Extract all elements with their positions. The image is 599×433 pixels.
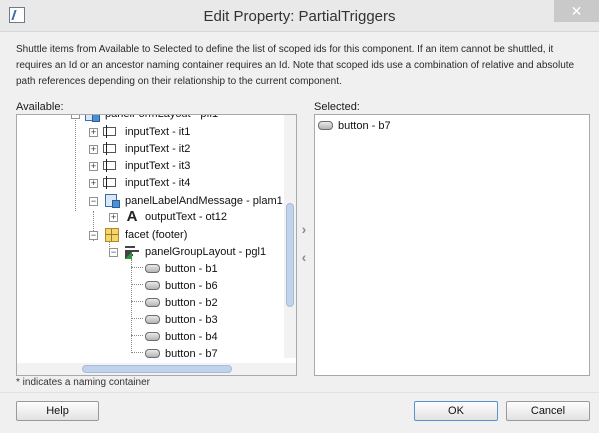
ok-button[interactable]: OK	[414, 401, 498, 421]
tree-guide	[131, 267, 143, 268]
expand-icon[interactable]: +	[89, 128, 98, 137]
collapse-icon[interactable]: −	[89, 231, 98, 240]
tree-item-label: panelLabelAndMessage - plam1	[125, 195, 283, 207]
vertical-scrollbar[interactable]	[284, 115, 296, 358]
help-button[interactable]: Help	[16, 401, 99, 421]
window-title: Edit Property: PartialTriggers	[203, 8, 396, 25]
tree-guide	[131, 284, 143, 285]
button-icon	[145, 298, 160, 307]
tree-item-label: inputText - it2	[125, 143, 191, 155]
expand-icon[interactable]: +	[89, 179, 98, 188]
button-icon	[145, 349, 160, 358]
tree-item-label: button - b2	[165, 297, 218, 309]
tree-item-label: panelGroupLayout - pgl1	[145, 246, 267, 258]
expand-icon[interactable]: +	[109, 213, 118, 222]
tree-item-label: inputText - it4	[125, 177, 191, 189]
tree-item-label: inputText - it1	[125, 126, 191, 138]
remove-shuttle-button[interactable]: ‹	[297, 250, 311, 264]
selected-label: Selected:	[314, 101, 360, 113]
tree-item-label: panelFormLayout - pfl1	[105, 114, 219, 120]
collapse-icon[interactable]: −	[71, 115, 80, 119]
vertical-scroll-thumb[interactable]	[286, 203, 294, 307]
help-button-label: Help	[46, 405, 69, 417]
input-text-icon	[103, 142, 116, 155]
output-text-icon: A	[126, 208, 138, 225]
add-shuttle-button[interactable]: ›	[297, 222, 311, 236]
expand-icon[interactable]: +	[89, 145, 98, 154]
tree-item-label: button - b6	[165, 280, 218, 292]
input-text-icon	[103, 125, 116, 138]
footer-separator	[0, 392, 599, 393]
close-button[interactable]: ✕	[554, 0, 599, 22]
group-layout-icon	[125, 245, 139, 259]
tree-guide	[131, 318, 143, 319]
button-icon	[318, 121, 333, 130]
description-text: Shuttle items from Available to Selected…	[16, 44, 575, 87]
cancel-button[interactable]: Cancel	[506, 401, 590, 421]
tree-item-label: outputText - ot12	[145, 211, 227, 223]
button-icon	[145, 264, 160, 273]
button-icon	[145, 332, 160, 341]
expand-icon[interactable]: +	[89, 162, 98, 171]
panel-label-icon	[105, 194, 120, 208]
available-label: Available:	[16, 101, 64, 113]
tree-guide	[131, 301, 143, 302]
ok-button-label: OK	[448, 405, 464, 417]
tree-item-label: button - b4	[165, 331, 218, 343]
collapse-icon[interactable]: −	[89, 197, 98, 206]
tree-guide	[131, 259, 132, 353]
input-text-icon	[103, 159, 116, 172]
available-tree[interactable]: − panelFormLayout - pfl1 + inputText - i…	[16, 114, 297, 376]
title-bar: Edit Property: PartialTriggers ✕	[0, 0, 599, 32]
naming-container-note: * indicates a naming container	[16, 377, 150, 388]
selected-list[interactable]: button - b7	[314, 114, 590, 376]
selected-item-label: button - b7	[338, 120, 391, 132]
facet-icon	[105, 228, 119, 242]
tree-item-label: inputText - it3	[125, 160, 191, 172]
tree-item-label: facet (footer)	[125, 229, 188, 241]
button-icon	[145, 315, 160, 324]
tree-item-label: button - b1	[165, 263, 218, 275]
horizontal-scroll-thumb[interactable]	[82, 365, 232, 373]
input-text-icon	[103, 176, 116, 189]
cancel-button-label: Cancel	[530, 405, 566, 417]
panel-form-layout-icon	[85, 115, 100, 122]
horizontal-scrollbar[interactable]	[17, 363, 296, 375]
tree-guide	[131, 335, 143, 336]
tree-guide	[131, 352, 143, 353]
collapse-icon[interactable]: −	[109, 248, 118, 257]
tree-guide	[75, 115, 76, 211]
button-icon	[145, 281, 160, 290]
tree-item-label: button - b3	[165, 314, 218, 326]
tree-item-label: button - b7	[165, 348, 218, 360]
